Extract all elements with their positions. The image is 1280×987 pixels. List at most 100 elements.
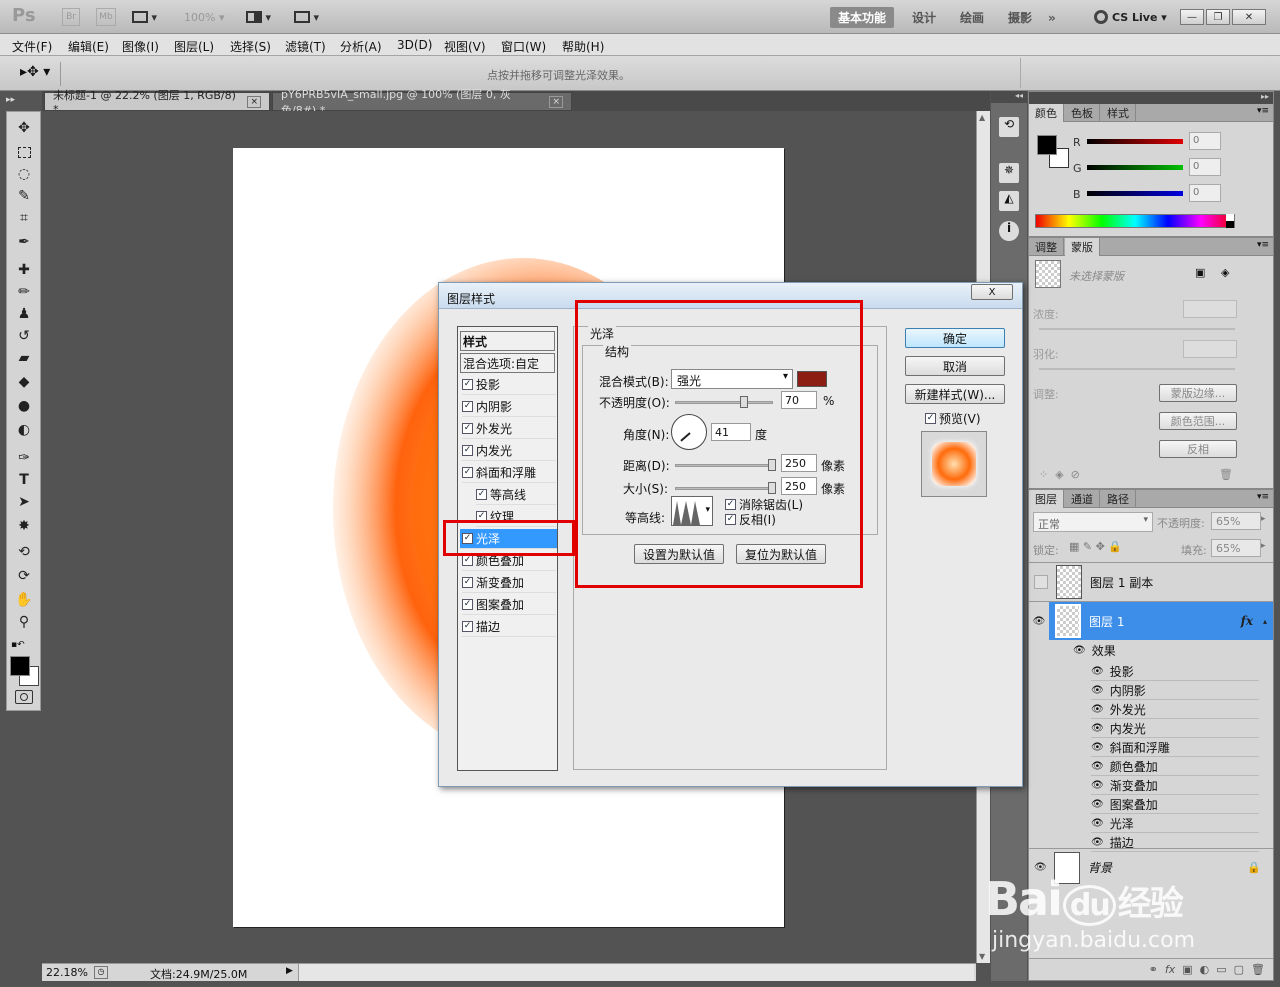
invert-button[interactable]: 反相 [1159, 440, 1237, 458]
eye-icon[interactable]: 👁 [1091, 666, 1104, 677]
style-item[interactable]: ✓ 斜面和浮雕 [462, 463, 556, 483]
fill-arrow-icon[interactable]: ▸ [1261, 541, 1266, 551]
status-preview-icon[interactable]: ◷ [94, 966, 108, 979]
effect-row[interactable]: 👁 斜面和浮雕 [1091, 738, 1259, 757]
ok-button[interactable]: 确定 [905, 328, 1005, 348]
color-range-button[interactable]: 颜色范围... [1159, 412, 1237, 430]
restore-button[interactable]: ❐ [1206, 9, 1230, 25]
arrange-documents-button[interactable]: ▾ [246, 8, 278, 26]
eye-icon[interactable]: 👁 [1091, 761, 1104, 772]
navigator-panel-icon[interactable]: ✵ [999, 163, 1019, 183]
close-button[interactable]: ✕ [1232, 9, 1266, 25]
layers-bottom-toolbar[interactable]: ⚭ fx ▣ ◐ ▭ ▢ 🗑 [1029, 958, 1273, 980]
layer-row-selected[interactable]: 👁 图层 1 fx ▴ [1029, 602, 1273, 640]
menu-filter[interactable]: 滤镜(T) [285, 38, 326, 55]
lasso-tool-icon[interactable]: ◌ [13, 164, 35, 184]
menu-layer[interactable]: 图层(L) [174, 38, 214, 55]
default-colors-icon[interactable]: ▪↶ [11, 640, 25, 650]
pixel-mask-icon[interactable]: ▣ [1195, 266, 1205, 279]
style-item[interactable]: ✓ 外发光 [462, 419, 556, 439]
delete-mask-icon[interactable]: 🗑 [1219, 468, 1233, 481]
style-checkbox[interactable]: ✓ [462, 577, 473, 588]
blur-tool-icon[interactable]: ● [13, 396, 35, 416]
effect-row[interactable]: 👁 外发光 [1091, 700, 1259, 719]
3d-orbit-tool-icon[interactable]: ⟳ [13, 566, 35, 586]
visibility-toggle-off[interactable] [1034, 575, 1048, 589]
minimize-button[interactable]: — [1180, 9, 1204, 25]
r-value[interactable]: 0 [1189, 132, 1221, 150]
tab-layers[interactable]: 图层 [1029, 490, 1064, 508]
eye-icon[interactable]: 👁 [1091, 685, 1104, 696]
effect-row[interactable]: 👁 图案叠加 [1091, 795, 1259, 814]
b-slider[interactable] [1087, 191, 1183, 196]
move-tool-icon[interactable]: ✥ [13, 118, 35, 138]
hand-tool-icon[interactable]: ✋ [13, 590, 35, 610]
eyedropper-tool-icon[interactable]: ✒ [13, 232, 35, 252]
horizontal-scrollbar[interactable] [298, 964, 974, 981]
expand-effects-icon[interactable]: ▴ [1263, 617, 1267, 626]
tab-color[interactable]: 颜色 [1029, 104, 1064, 122]
color-ramp[interactable] [1035, 214, 1235, 228]
style-checkbox[interactable]: ✓ [462, 445, 473, 456]
history-panel-icon[interactable]: ⟲ [999, 117, 1019, 137]
eye-icon[interactable]: 👁 [1091, 723, 1104, 734]
style-checkbox[interactable]: ✓ [462, 621, 473, 632]
cancel-button[interactable]: 取消 [905, 356, 1005, 376]
eye-icon[interactable]: 👁 [1091, 799, 1104, 810]
zoom-level-select[interactable]: 100% ▾ [184, 8, 224, 26]
style-item[interactable]: ✓ 渐变叠加 [462, 573, 556, 593]
panel-menu-icon[interactable]: ▾≡ [1257, 240, 1269, 250]
style-item[interactable]: ✓ 投影 [462, 375, 556, 395]
healing-brush-tool-icon[interactable]: ✚ [13, 260, 35, 280]
workspace-photography[interactable]: 摄影 [1000, 7, 1040, 28]
history-brush-tool-icon[interactable]: ↺ [13, 326, 35, 346]
eye-icon[interactable]: 👁 [1091, 742, 1104, 753]
tab-channels[interactable]: 通道 [1065, 490, 1100, 508]
style-item[interactable]: ✓ 描边 [462, 617, 556, 637]
blending-options[interactable]: 混合选项:自定 [460, 353, 555, 373]
effect-row[interactable]: 👁 光泽 [1091, 814, 1259, 833]
effect-row[interactable]: 👁 内阴影 [1091, 681, 1259, 700]
dodge-tool-icon[interactable]: ◐ [13, 420, 35, 440]
layer-row-copy[interactable]: 图层 1 副本 [1029, 562, 1273, 602]
feather-slider[interactable] [1039, 368, 1235, 370]
panel-menu-icon[interactable]: ▾≡ [1257, 106, 1269, 116]
effect-row[interactable]: 👁 投影 [1091, 662, 1259, 681]
screen-mode-button[interactable]: ▾ [294, 8, 326, 26]
workspace-design[interactable]: 设计 [904, 7, 944, 28]
path-select-tool-icon[interactable]: ➤ [13, 492, 35, 512]
foreground-swatch[interactable] [1037, 135, 1057, 155]
menu-analysis[interactable]: 分析(A) [340, 38, 382, 55]
quick-mask-icon[interactable] [15, 690, 33, 704]
more-workspaces-button[interactable]: » [1040, 7, 1064, 28]
effect-row[interactable]: 👁 内发光 [1091, 719, 1259, 738]
tab-adjustments[interactable]: 调整 [1029, 238, 1064, 256]
white-swatch[interactable] [1226, 214, 1234, 221]
style-checkbox[interactable]: ✓ [462, 467, 473, 478]
effect-row[interactable]: 👁 渐变叠加 [1091, 776, 1259, 795]
foreground-color-swatch[interactable] [10, 656, 30, 676]
eye-icon[interactable]: 👁 [1091, 704, 1104, 715]
style-item[interactable]: ✓ 内发光 [462, 441, 556, 461]
paint-bucket-tool-icon[interactable]: ◆ [13, 372, 35, 392]
tab-styles[interactable]: 样式 [1101, 104, 1136, 122]
zoom-tool-icon[interactable]: ⚲ [13, 612, 35, 632]
effects-group[interactable]: 👁 效果 [1073, 642, 1116, 659]
workspace-essentials[interactable]: 基本功能 [830, 7, 895, 28]
zoom-readout[interactable]: 22.18% [46, 966, 88, 979]
shape-tool-icon[interactable]: ✸ [13, 516, 35, 536]
brush-tool-icon[interactable]: ✏ [13, 282, 35, 302]
opacity-input[interactable]: 65% [1211, 512, 1261, 530]
new-style-button[interactable]: 新建样式(W)... [905, 384, 1005, 404]
menu-edit[interactable]: 编辑(E) [68, 38, 109, 55]
density-input[interactable] [1183, 300, 1237, 318]
tab-py6prb5via[interactable]: pY6PRB5vIA_small.jpg @ 100% (图层 0, 灰色/8#… [272, 88, 572, 117]
lock-icons[interactable]: ▦ ✎ ✥ 🔒 [1069, 540, 1122, 553]
mask-edge-button[interactable]: 蒙版边缘... [1159, 384, 1237, 402]
type-tool-icon[interactable]: T [13, 470, 35, 490]
fill-input[interactable]: 65% [1211, 539, 1261, 557]
info-panel-icon[interactable]: i [999, 221, 1019, 241]
panel-menu-icon[interactable]: ▾≡ [1257, 492, 1269, 502]
eraser-tool-icon[interactable]: ▰ [13, 348, 35, 368]
styles-header[interactable]: 样式 [460, 331, 555, 351]
